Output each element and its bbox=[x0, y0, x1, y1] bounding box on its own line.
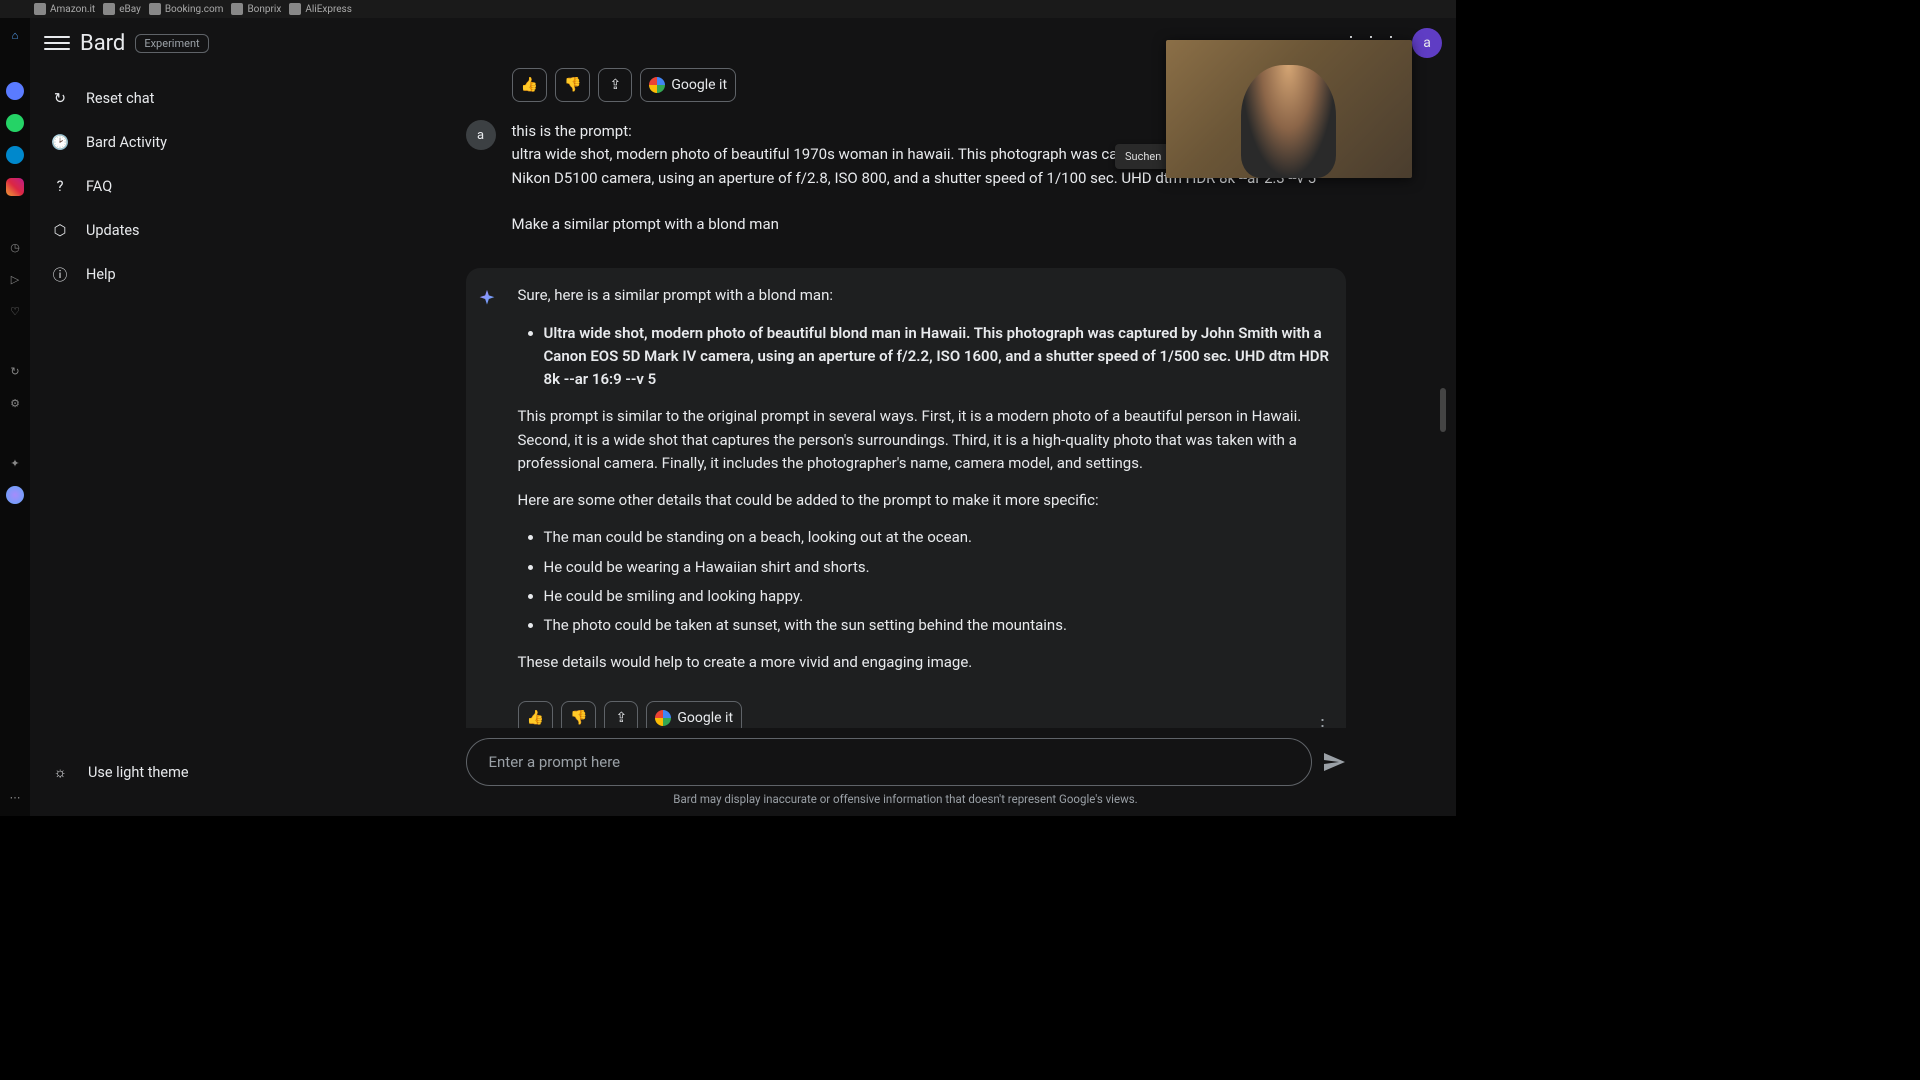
telegram-icon[interactable] bbox=[6, 146, 24, 164]
spark-icon bbox=[476, 288, 498, 310]
clock-icon[interactable]: ◷ bbox=[6, 238, 24, 256]
sidebar-reset-chat[interactable]: ↻ Reset chat bbox=[34, 76, 351, 120]
main-content: 👍 👎 ⇪ Google it a this is the prompt: ul… bbox=[355, 68, 1456, 816]
settings-icon[interactable]: ⚙ bbox=[6, 394, 24, 412]
activity-icon: 🕑 bbox=[50, 132, 70, 152]
faq-icon: ? bbox=[50, 176, 70, 196]
sparkle-icon[interactable]: ✦ bbox=[6, 454, 24, 472]
browser-side-rail: ⌂ ◷ ▷ ♡ ↻ ⚙ ✦ ⋯ bbox=[0, 18, 30, 816]
sidebar-item-label: Help bbox=[86, 266, 116, 283]
tab-amazon[interactable]: Amazon.it bbox=[34, 3, 95, 15]
sidebar-item-label: Reset chat bbox=[86, 90, 154, 107]
bard-response-card: Sure, here is a similar prompt with a bl… bbox=[466, 268, 1346, 728]
bard-detail-item: He could be wearing a Hawaiian shirt and… bbox=[544, 556, 1330, 579]
more-options-button[interactable]: ⋮ bbox=[1314, 716, 1332, 729]
sidebar-item-label: Use light theme bbox=[88, 764, 189, 781]
sidebar-item-label: FAQ bbox=[86, 178, 112, 195]
instagram-icon[interactable] bbox=[6, 178, 24, 196]
sidebar-faq[interactable]: ? FAQ bbox=[34, 164, 351, 208]
popup-search[interactable]: Suchen bbox=[1115, 144, 1172, 169]
google-icon bbox=[649, 77, 665, 93]
bard-main-bullet: Ultra wide shot, modern photo of beautif… bbox=[544, 322, 1330, 392]
heart-icon[interactable]: ♡ bbox=[6, 302, 24, 320]
webcam-overlay bbox=[1166, 40, 1412, 178]
thumbs-down-button[interactable]: 👎 bbox=[555, 68, 590, 102]
play-icon[interactable]: ▷ bbox=[6, 270, 24, 288]
bard-rail-icon[interactable] bbox=[6, 486, 24, 504]
tab-aliexpress[interactable]: AliExpress bbox=[289, 3, 352, 15]
tab-booking[interactable]: Booking.com bbox=[149, 3, 224, 15]
history-icon[interactable]: ↻ bbox=[6, 362, 24, 380]
sun-icon: ☼ bbox=[50, 762, 70, 782]
send-button[interactable] bbox=[1322, 750, 1346, 774]
response-actions: 👍 👎 ⇪ Google it bbox=[472, 701, 1330, 729]
bard-paragraph: This prompt is similar to the original p… bbox=[518, 405, 1330, 475]
sidebar-item-label: Bard Activity bbox=[86, 134, 167, 151]
user-avatar-header[interactable]: a bbox=[1412, 28, 1442, 58]
messenger-icon[interactable] bbox=[6, 82, 24, 100]
help-icon: ⓘ bbox=[50, 264, 70, 284]
browser-tab-bar: Amazon.it eBay Booking.com Bonprix AliEx… bbox=[0, 0, 1456, 18]
tab-bonprix[interactable]: Bonprix bbox=[231, 3, 281, 15]
prompt-input-row: Enter a prompt here bbox=[466, 728, 1346, 792]
tab-ebay[interactable]: eBay bbox=[103, 3, 141, 15]
sidebar: ↻ Reset chat 🕑 Bard Activity ? FAQ ⬡ Upd… bbox=[30, 68, 355, 816]
bard-detail-item: The photo could be taken at sunset, with… bbox=[544, 614, 1330, 637]
thumbs-up-button[interactable]: 👍 bbox=[512, 68, 547, 102]
menu-button[interactable] bbox=[44, 30, 70, 56]
bard-paragraph: These details would help to create a mor… bbox=[518, 651, 1330, 674]
google-icon bbox=[655, 710, 671, 726]
bard-detail-item: He could be smiling and looking happy. bbox=[544, 585, 1330, 608]
whatsapp-icon[interactable] bbox=[6, 114, 24, 132]
home-icon[interactable]: ⌂ bbox=[6, 26, 24, 44]
toggle-theme[interactable]: ☼ Use light theme bbox=[34, 750, 351, 794]
bard-intro-text: Sure, here is a similar prompt with a bl… bbox=[518, 284, 1330, 307]
thumbs-up-button[interactable]: 👍 bbox=[518, 701, 553, 729]
scrollbar-thumb[interactable] bbox=[1440, 388, 1446, 432]
sidebar-help[interactable]: ⓘ Help bbox=[34, 252, 351, 296]
thumbs-down-button[interactable]: 👎 bbox=[561, 701, 596, 729]
google-it-button[interactable]: Google it bbox=[640, 68, 736, 102]
sidebar-updates[interactable]: ⬡ Updates bbox=[34, 208, 351, 252]
sidebar-item-label: Updates bbox=[86, 222, 140, 239]
rail-more-icon[interactable]: ⋯ bbox=[6, 788, 24, 806]
reset-icon: ↻ bbox=[50, 88, 70, 108]
bard-detail-item: The man could be standing on a beach, lo… bbox=[544, 526, 1330, 549]
prompt-input[interactable]: Enter a prompt here bbox=[466, 738, 1312, 786]
disclaimer-text: Bard may display inaccurate or offensive… bbox=[363, 792, 1448, 816]
bard-avatar bbox=[472, 284, 502, 314]
bard-logo: Bard bbox=[80, 31, 125, 56]
bard-paragraph: Here are some other details that could b… bbox=[518, 489, 1330, 512]
experiment-badge: Experiment bbox=[135, 34, 208, 53]
updates-icon: ⬡ bbox=[50, 220, 70, 240]
google-it-button[interactable]: Google it bbox=[646, 701, 742, 729]
user-avatar: a bbox=[466, 120, 496, 150]
sidebar-activity[interactable]: 🕑 Bard Activity bbox=[34, 120, 351, 164]
share-button[interactable]: ⇪ bbox=[598, 68, 632, 102]
share-button[interactable]: ⇪ bbox=[604, 701, 638, 729]
